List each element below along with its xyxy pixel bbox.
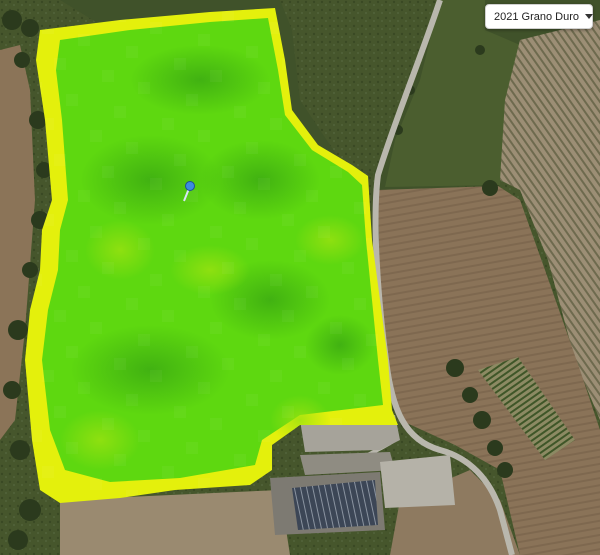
vigor-cell [150,178,162,190]
vigor-cell [210,70,222,82]
vigor-cell [330,322,342,334]
vigor-cell [102,166,114,178]
vigor-cell [102,262,114,274]
vigor-cell [162,118,174,130]
vigor-cell [102,418,114,430]
vigor-cell [222,166,234,178]
vigor-cell [246,394,258,406]
vigor-cell [90,226,102,238]
vigor-cell [174,154,186,166]
vigor-cell [354,298,366,310]
vigor-cell [126,394,138,406]
vigor-cell [90,130,102,142]
vigor-cell [138,82,150,94]
vigor-cell [138,238,150,250]
vigor-cell [42,466,54,478]
vigor-cell [78,286,90,298]
vigor-cell [354,394,366,406]
vigor-cell [174,406,186,418]
vigor-cell [150,274,162,286]
vigor-cell [78,190,90,202]
vigor-cell [186,94,198,106]
vigor-cell [366,334,378,346]
vigor-cell [222,10,234,22]
vigor-cell [246,238,258,250]
vigor-cell [222,262,234,274]
vigor-cell [42,370,54,382]
vigor-cell [270,274,282,286]
vigor-cell [210,226,222,238]
vigor-cell [198,286,210,298]
vigor-cell [318,382,330,394]
vigor-cell [282,406,294,418]
vigor-cell [54,406,66,418]
vigor-cell [306,190,318,202]
vigor-cell [342,358,354,370]
vigor-cell [354,202,366,214]
vigor-cell [162,466,174,478]
vigor-cell [234,298,246,310]
vigor-cell [138,430,150,442]
vigor-cell [282,214,294,226]
vigor-cell [54,310,66,322]
vigor-cell [114,454,126,466]
vigor-cell [294,154,306,166]
season-selector[interactable]: 2021 Grano Duro [485,4,593,29]
vigor-cell [66,442,78,454]
vigor-cell [210,418,222,430]
vigor-cell [90,322,102,334]
season-selector-label: 2021 Grano Duro [494,10,579,23]
vigor-cell [162,310,174,322]
vigor-cell [282,310,294,322]
vigor-cell [258,178,270,190]
vigor-cell [270,370,282,382]
vigor-cell [330,166,342,178]
vigor-cell [54,58,66,70]
vigor-cell [78,34,90,46]
vigor-cell [90,478,102,490]
vigor-cell [66,94,78,106]
vigor-cell [258,82,270,94]
vigor-cell [198,34,210,46]
vigor-cell [258,430,270,442]
chevron-down-icon [585,14,593,19]
vigor-cell [306,286,318,298]
vigor-cell [198,130,210,142]
vigor-cell [126,298,138,310]
vigor-cell [66,346,78,358]
vigor-cell [234,202,246,214]
vigor-cell [186,442,198,454]
vigor-cell [246,46,258,58]
vigor-cell [114,106,126,118]
vigor-cell [66,250,78,262]
vigor-cell [318,226,330,238]
vigor-cell [234,106,246,118]
vigor-cell [162,214,174,226]
vigor-cell [198,382,210,394]
satellite-map[interactable] [0,0,600,555]
vigor-cell [54,154,66,166]
vigor-cell [294,346,306,358]
vigor-cell [222,358,234,370]
vigor-cell [174,58,186,70]
vigor-cell [114,202,126,214]
vigor-cell [270,118,282,130]
vigor-cell [114,358,126,370]
vigor-cell [150,22,162,34]
vigor-cell [78,382,90,394]
vigor-cell [234,454,246,466]
vigor-cell [126,46,138,58]
vigor-cell [258,334,270,346]
vigor-cell [210,322,222,334]
vigor-cell [150,370,162,382]
vigor-cell [126,142,138,154]
vigor-cell [174,250,186,262]
vigor-cell [294,250,306,262]
vigor-cell [186,346,198,358]
vigor-cell [246,142,258,154]
vigor-cell [138,334,150,346]
vigor-cell [342,262,354,274]
vigor-cell [102,70,114,82]
